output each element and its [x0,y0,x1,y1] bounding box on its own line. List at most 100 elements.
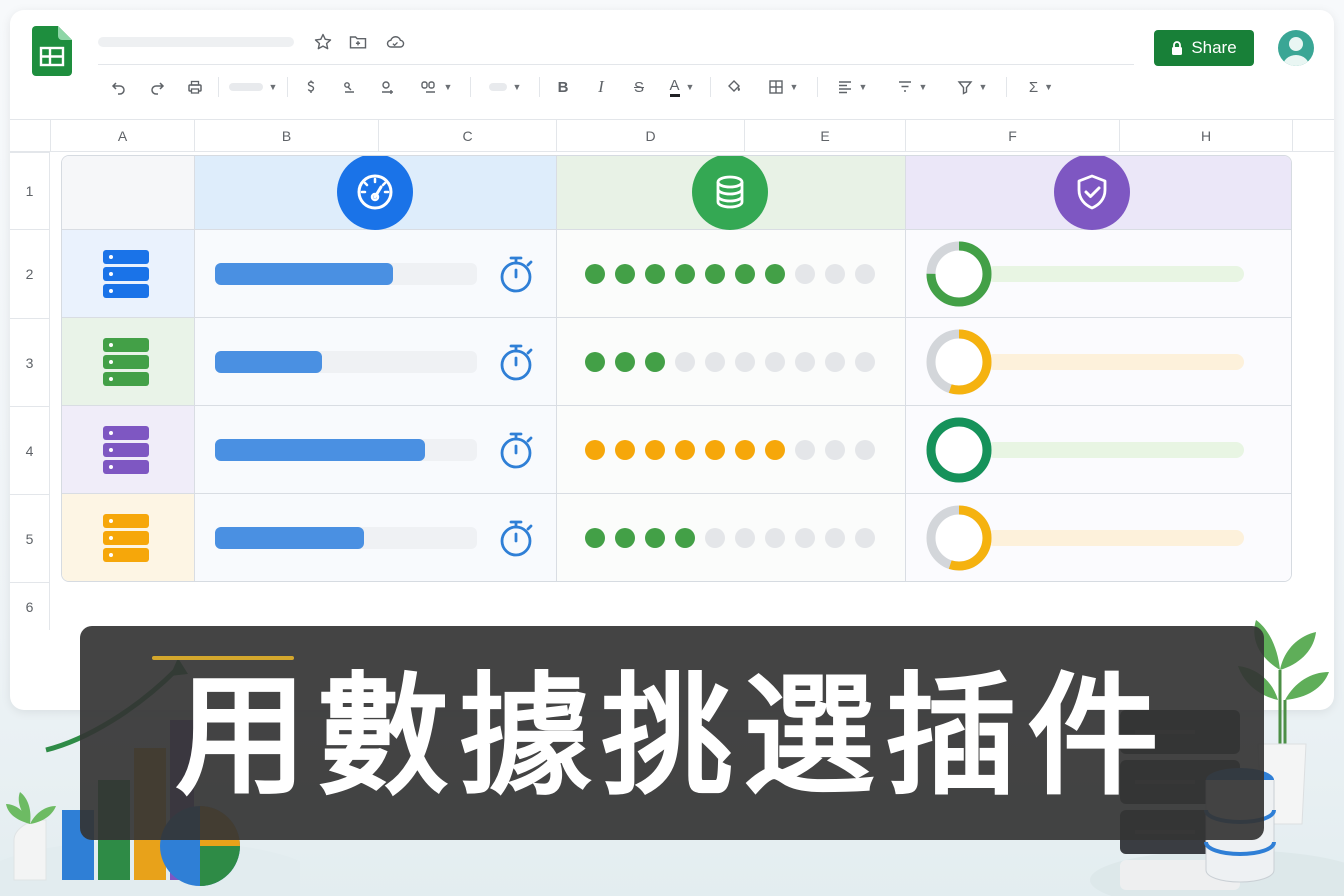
rating-dot-filled [675,528,695,548]
rating-dot-filled [585,352,605,372]
rating-dot-empty [795,440,815,460]
rating-cell[interactable] [557,494,906,581]
chevron-down-icon: ▼ [789,82,799,92]
currency-icon[interactable] [292,74,330,100]
chevron-down-icon: ▼ [1044,82,1054,92]
rating-dot-filled [645,528,665,548]
speed-cell[interactable] [195,406,557,494]
row-header-5[interactable]: 5 [10,494,50,582]
speed-cell[interactable] [195,230,557,318]
star-icon[interactable] [312,32,334,52]
chevron-down-icon: ▼ [978,82,988,92]
share-button[interactable]: Share [1154,30,1254,66]
speed-bar-fill [215,351,323,373]
row-header-1[interactable]: 1 [10,152,50,229]
toolbar-separator [817,77,818,97]
column-header-f[interactable]: F [905,120,1119,152]
chevron-down-icon: ▼ [512,82,522,92]
security-bar [986,442,1244,458]
align-icon[interactable]: ▼ [822,74,882,100]
header-cell-database[interactable] [557,156,906,230]
percent-icon[interactable] [330,74,368,100]
server-cell[interactable] [62,318,195,406]
header-corner-cell[interactable] [62,156,195,230]
server-unit [103,338,149,352]
column-header-d[interactable]: D [556,120,744,152]
rating-cell[interactable] [557,318,906,406]
rating-dot-filled [645,352,665,372]
server-icon [103,426,149,474]
rating-dot-filled [675,440,695,460]
decimal-icon[interactable] [368,74,406,100]
sum-icon[interactable]: Σ ▼ [1011,74,1071,100]
row-header-4[interactable]: 4 [10,406,50,494]
speedometer-icon [337,156,413,230]
filter-icon[interactable]: ▼ [882,74,942,100]
rating-dot-empty [825,352,845,372]
toolbar-separator [218,77,219,97]
rating-dot-filled [615,440,635,460]
column-header-e[interactable]: E [744,120,905,152]
server-icon [103,338,149,386]
row-header-2[interactable]: 2 [10,229,50,318]
row-header-3[interactable]: 3 [10,318,50,406]
cloud-saved-icon[interactable] [384,32,406,52]
rating-cell[interactable] [557,230,906,318]
database-icon [692,156,768,230]
fill-color-icon[interactable] [715,74,753,100]
sigma-glyph: Σ [1028,78,1039,96]
header-cell-speed[interactable] [195,156,557,230]
strikethrough-icon[interactable]: S [620,74,658,100]
column-header-h[interactable]: H [1119,120,1292,152]
toolbar-separator [1006,77,1007,97]
filter-views-icon[interactable]: ▼ [942,74,1002,100]
speed-cell[interactable] [195,318,557,406]
chevron-down-icon: ▼ [443,82,453,92]
document-title-placeholder[interactable] [98,37,294,47]
move-to-folder-icon[interactable] [347,32,369,52]
app-header: Share ▼ ▼ ▼ B I S A ▼ ▼ ▼ ▼ ▼ Σ ▼ [10,10,1334,120]
security-cell[interactable] [906,318,1291,406]
server-cell[interactable] [62,230,195,318]
print-icon[interactable] [176,74,214,100]
text-color-letter: A [669,77,680,97]
security-cell[interactable] [906,406,1291,494]
security-cell[interactable] [906,230,1291,318]
server-icon [103,514,149,562]
rating-dot-filled [585,264,605,284]
borders-icon[interactable]: ▼ [753,74,813,100]
row-header-6[interactable]: 6 [10,582,50,630]
server-unit [103,514,149,528]
security-ring-gauge [926,505,992,571]
rating-dot-empty [765,352,785,372]
redo-icon[interactable] [138,74,176,100]
stopwatch-icon [500,520,533,557]
security-ring-gauge [926,417,992,483]
rating-dot-filled [615,528,635,548]
rating-dot-empty [675,352,695,372]
speed-bar-fill [215,263,394,285]
number-format-icon[interactable]: ▼ [406,74,466,100]
chevron-down-icon: ▼ [918,82,928,92]
rating-dot-filled [675,264,695,284]
security-cell[interactable] [906,494,1291,581]
header-cell-security[interactable] [906,156,1291,230]
speed-cell[interactable] [195,494,557,581]
server-cell[interactable] [62,494,195,581]
undo-icon[interactable] [100,74,138,100]
server-cell[interactable] [62,406,195,494]
account-avatar[interactable] [1278,30,1314,66]
rating-dot-empty [855,352,875,372]
font-select[interactable]: ▼ [223,74,283,100]
sheets-logo-icon[interactable] [32,26,72,76]
font-size-select[interactable]: ▼ [475,74,535,100]
italic-icon[interactable]: I [582,74,620,100]
server-unit [103,355,149,369]
bold-icon[interactable]: B [544,74,582,100]
column-header-c[interactable]: C [378,120,556,152]
column-header-a[interactable]: A [50,120,194,152]
text-color-icon[interactable]: A ▼ [658,74,706,100]
rating-cell[interactable] [557,406,906,494]
column-header-b[interactable]: B [194,120,378,152]
column-header-empty [1292,120,1334,152]
